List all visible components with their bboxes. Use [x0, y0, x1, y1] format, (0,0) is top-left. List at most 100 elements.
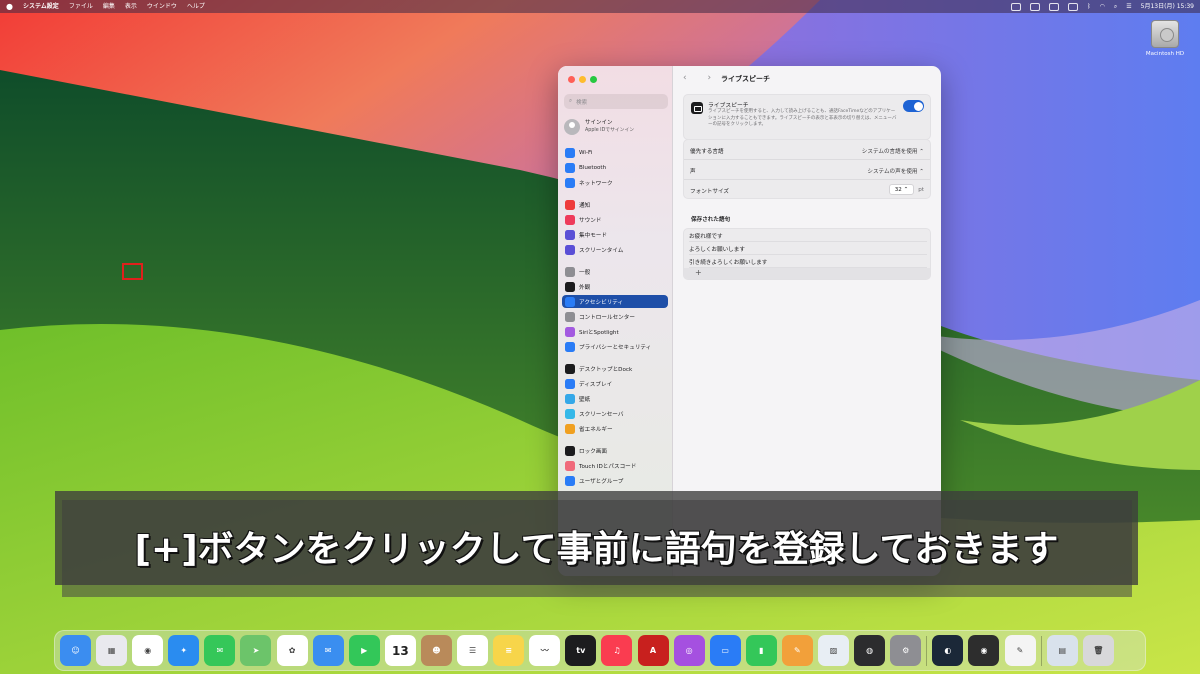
- language-popup[interactable]: システムの言語を使用 ⌃: [862, 147, 924, 155]
- dock-mail-icon[interactable]: ✉: [312, 635, 344, 666]
- apple-menu-icon[interactable]: ●: [6, 0, 13, 13]
- sidebar-item-label: ディスプレイ: [579, 381, 613, 388]
- dock-screenshot-utility-icon[interactable]: ◍: [854, 635, 886, 666]
- dock-safari-icon[interactable]: ✦: [168, 635, 200, 666]
- dock-trash-icon[interactable]: 🗑: [1082, 635, 1114, 666]
- voice-row: 声 システムの声を使用 ⌃: [684, 160, 930, 180]
- dock-calendar-icon[interactable]: 13: [384, 635, 416, 666]
- voice-popup[interactable]: システムの声を使用 ⌃: [867, 167, 924, 175]
- sidebar-item[interactable]: SiriとSpotlight: [562, 325, 668, 338]
- dock-textedit-icon[interactable]: ✎: [1004, 635, 1036, 666]
- signin-subtitle: Apple IDでサインイン: [585, 128, 635, 133]
- menu-help[interactable]: ヘルプ: [187, 0, 205, 13]
- sidebar-item[interactable]: Bluetooth: [562, 161, 668, 174]
- live-speech-status-icon[interactable]: [1068, 2, 1079, 11]
- dock-maps-icon[interactable]: ➤: [240, 635, 272, 666]
- sidebar-item-icon: [565, 296, 575, 307]
- dock-pages-icon[interactable]: ✎: [781, 635, 813, 666]
- font-size-stepper[interactable]: 32 ⌃: [889, 184, 914, 195]
- sidebar-item[interactable]: スクリーンセーバ: [562, 407, 668, 420]
- sidebar-item-label: サウンド: [579, 217, 602, 224]
- status-item-icon[interactable]: [1030, 2, 1041, 11]
- menu-app-name[interactable]: システム設定: [23, 0, 59, 13]
- macintosh-hd-drive[interactable]: Macintosh HD: [1142, 20, 1188, 57]
- sidebar-item[interactable]: 一般: [562, 265, 668, 278]
- sidebar-item[interactable]: ネットワーク: [562, 176, 668, 189]
- dock-photos-icon[interactable]: ✿: [276, 635, 308, 666]
- zoom-window-button[interactable]: [590, 76, 597, 83]
- dock-podcasts-icon[interactable]: ◎: [673, 635, 705, 666]
- menu-window[interactable]: ウインドウ: [147, 0, 177, 13]
- sidebar-item-icon: [565, 147, 575, 158]
- status-item-icon[interactable]: [1049, 2, 1060, 11]
- dock-apple-tv-icon[interactable]: tv: [565, 635, 597, 666]
- menu-clock[interactable]: 5月13日(月) 15:39: [1141, 0, 1194, 13]
- sidebar-item[interactable]: ユーザとグループ: [562, 474, 668, 487]
- sidebar-item[interactable]: ロック画面: [562, 444, 668, 457]
- dock-facetime-icon[interactable]: ▶: [348, 635, 380, 666]
- sidebar-item-icon: [565, 363, 575, 374]
- sidebar-item[interactable]: 集中モード: [562, 228, 668, 241]
- sidebar-item[interactable]: 外観: [562, 280, 668, 293]
- sidebar-item-icon: [565, 475, 575, 486]
- sidebar-item[interactable]: コントロールセンター: [562, 310, 668, 323]
- apple-id-signin[interactable]: サインイン Apple IDでサインイン: [564, 116, 668, 138]
- dock-music-icon[interactable]: ♫: [601, 635, 633, 666]
- sidebar-item-label: スクリーンセーバ: [579, 411, 624, 418]
- font-size-unit: pt: [918, 187, 924, 193]
- sidebar-item-icon: [565, 162, 575, 173]
- sidebar-item-label: プライバシーとセキュリティ: [579, 344, 652, 351]
- dock-contacts-icon[interactable]: ☻: [420, 635, 452, 666]
- menu-bar: ● システム設定 ファイル 編集 表示 ウインドウ ヘルプ ᛒ ◠ ⌕ ☰ 5月…: [0, 0, 1200, 13]
- phrase-item[interactable]: 引き続きよろしくお願いします: [689, 255, 927, 268]
- bluetooth-icon[interactable]: ᛒ: [1087, 0, 1091, 13]
- sidebar-item-label: 壁紙: [579, 396, 591, 403]
- menu-edit[interactable]: 編集: [103, 0, 115, 13]
- dock-finder-icon[interactable]: ☺: [60, 635, 91, 666]
- dock-obs-icon[interactable]: ◉: [968, 635, 1000, 666]
- search-icon[interactable]: ⌕: [1114, 0, 1117, 13]
- phrase-item[interactable]: お疲れ様です: [689, 229, 927, 242]
- menu-view[interactable]: 表示: [125, 0, 137, 13]
- live-speech-toggle[interactable]: [903, 100, 924, 112]
- sidebar-item[interactable]: 通知: [562, 198, 668, 211]
- dock-freeform-icon[interactable]: 〰: [529, 635, 561, 666]
- sidebar-item[interactable]: 壁紙: [562, 392, 668, 405]
- close-window-button[interactable]: [568, 76, 575, 83]
- sidebar-item-label: SiriとSpotlight: [579, 329, 619, 336]
- sidebar-item[interactable]: プライバシーとセキュリティ: [562, 340, 668, 353]
- minimize-window-button[interactable]: [579, 76, 586, 83]
- dock-acrobat-icon[interactable]: A: [637, 635, 669, 666]
- voice-label: 声: [690, 169, 696, 175]
- dock-chrome-icon[interactable]: ◉: [132, 635, 164, 666]
- sidebar-item[interactable]: Wi-Fi: [562, 146, 668, 159]
- sidebar-search-field[interactable]: ⌕ 検索: [564, 94, 668, 109]
- control-center-icon[interactable]: ☰: [1126, 0, 1131, 13]
- sidebar-item[interactable]: 省エネルギー: [562, 422, 668, 435]
- dock-downloads-stack-icon[interactable]: ▤: [1046, 635, 1078, 666]
- sidebar-item[interactable]: Touch IDとパスコード: [562, 459, 668, 472]
- dock-messages-icon[interactable]: ✉: [204, 635, 236, 666]
- status-item-icon[interactable]: [1011, 2, 1022, 11]
- dock-keynote-icon[interactable]: ▭: [709, 635, 741, 666]
- wifi-icon[interactable]: ◠: [1100, 0, 1105, 13]
- sidebar-item-icon: [565, 445, 575, 456]
- back-forward-nav[interactable]: ‹ ›: [683, 73, 720, 83]
- dock-numbers-icon[interactable]: ▮: [745, 635, 777, 666]
- dock-reminders-icon[interactable]: ☰: [457, 635, 489, 666]
- sidebar-item[interactable]: デスクトップとDock: [562, 362, 668, 375]
- sidebar-item[interactable]: ディスプレイ: [562, 377, 668, 390]
- sidebar-item[interactable]: サウンド: [562, 213, 668, 226]
- sidebar-item[interactable]: スクリーンタイム: [562, 243, 668, 256]
- dock-steam-icon[interactable]: ◐: [932, 635, 964, 666]
- dock-notes-icon[interactable]: ≡: [493, 635, 525, 666]
- add-phrase-button[interactable]: +: [684, 268, 930, 279]
- sidebar-item-icon: [565, 393, 575, 404]
- sidebar-item[interactable]: アクセシビリティ: [562, 295, 668, 308]
- menu-file[interactable]: ファイル: [69, 0, 93, 13]
- phrase-item[interactable]: よろしくお願いします: [689, 242, 927, 255]
- dock-launchpad-icon[interactable]: ▦: [96, 635, 128, 666]
- dock-preview-icon[interactable]: ▨: [817, 635, 849, 666]
- sidebar-item-label: 集中モード: [579, 232, 607, 239]
- dock-system-settings-icon[interactable]: ⚙: [890, 635, 922, 666]
